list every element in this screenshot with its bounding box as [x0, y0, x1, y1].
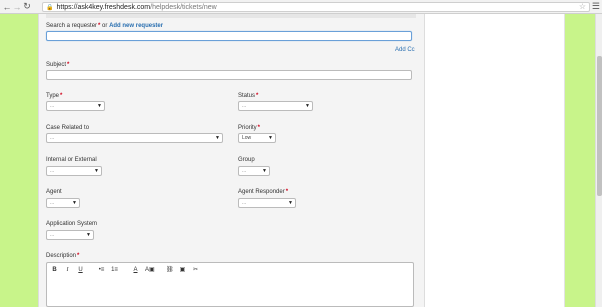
url-host: https://ask4key.freshdesk.com: [56, 3, 151, 11]
page-scrollbar[interactable]: [595, 14, 602, 307]
required-marker: *: [77, 253, 80, 259]
add-cc-link[interactable]: Add Cc: [395, 47, 415, 53]
page-left-margin: [0, 14, 38, 307]
dropdown-caret-icon: ▼: [86, 232, 91, 238]
agent-select[interactable]: ... ▼: [46, 198, 80, 208]
group-label: Group: [238, 157, 255, 163]
dropdown-caret-icon: ▼: [97, 103, 102, 109]
reload-icon[interactable]: ↻: [22, 1, 32, 13]
background-color-icon[interactable]: A▣: [145, 266, 155, 273]
dropdown-caret-icon: ▼: [72, 200, 77, 206]
back-arrow-icon[interactable]: ←: [2, 1, 12, 13]
dropdown-caret-icon: ▼: [215, 135, 220, 141]
application-system-label: Application System: [46, 221, 98, 227]
dropdown-caret-icon: ▼: [268, 135, 273, 141]
requester-search-input[interactable]: [46, 31, 412, 41]
internal-external-select[interactable]: ... ▼: [46, 166, 102, 176]
underline-icon[interactable]: U: [77, 267, 84, 273]
link-icon[interactable]: ⛓: [166, 266, 174, 273]
url-path: /helpdesk/tickets/new: [150, 3, 217, 11]
subject-label: Subject*: [46, 62, 70, 68]
lock-icon: 🔒: [46, 4, 54, 11]
bookmark-star-icon[interactable]: ☆: [579, 2, 586, 11]
numbered-list-icon[interactable]: 1≡: [111, 267, 118, 273]
group-select[interactable]: ... ▼: [238, 166, 270, 176]
priority-select[interactable]: Low ▼: [238, 133, 276, 143]
scrollbar-thumb[interactable]: [597, 56, 602, 196]
priority-label: Priority*: [238, 125, 261, 131]
address-bar[interactable]: 🔒 https://ask4key.freshdesk.com /helpdes…: [42, 2, 590, 12]
agent-label: Agent: [46, 189, 62, 195]
italic-icon[interactable]: I: [64, 267, 71, 273]
type-label: Type*: [46, 93, 63, 99]
case-related-select[interactable]: ... ▼: [46, 133, 223, 143]
required-marker: *: [285, 189, 289, 195]
add-new-requester-link[interactable]: Add new requester: [109, 23, 163, 29]
dropdown-caret-icon: ▼: [262, 168, 267, 174]
status-label: Status*: [238, 93, 259, 99]
status-select[interactable]: ... ▼: [238, 101, 313, 111]
bold-icon[interactable]: B: [51, 267, 58, 273]
agent-responder-select[interactable]: ... ▼: [238, 198, 296, 208]
editor-toolbar: B I U •≡ 1≡ A A▣ ⛓ ▣ ✂: [51, 266, 199, 274]
dropdown-caret-icon: ▼: [94, 168, 99, 174]
required-marker: *: [256, 93, 259, 99]
dropdown-caret-icon: ▼: [288, 200, 293, 206]
dropdown-caret-icon: ▼: [305, 103, 310, 109]
internal-external-label: Internal or External: [46, 157, 97, 163]
description-label: Description*: [46, 253, 80, 259]
required-marker: *: [60, 93, 63, 99]
form-top-edge: [46, 14, 416, 18]
font-color-icon[interactable]: A: [132, 267, 139, 273]
agent-responder-label: Agent Responder*: [238, 189, 289, 195]
browser-menu-icon[interactable]: ☰: [592, 1, 600, 12]
description-editor[interactable]: B I U •≡ 1≡ A A▣ ⛓ ▣ ✂: [46, 262, 414, 307]
case-related-label: Case Related to: [46, 125, 90, 131]
side-panel: [425, 14, 565, 307]
page-right-margin: [565, 14, 595, 307]
subject-input[interactable]: [46, 70, 412, 80]
forward-arrow-icon[interactable]: →: [12, 1, 22, 13]
image-icon[interactable]: ▣: [179, 266, 186, 273]
remove-format-icon[interactable]: ✂: [192, 266, 199, 273]
requester-label: Search a requester* or Add new requester: [46, 23, 164, 29]
required-marker: *: [257, 125, 261, 131]
bullet-list-icon[interactable]: •≡: [98, 267, 105, 273]
required-marker: *: [98, 23, 101, 29]
application-system-select[interactable]: ... ▼: [46, 230, 94, 240]
type-select[interactable]: ... ▼: [46, 101, 105, 111]
browser-toolbar: ← → ↻ 🔒 https://ask4key.freshdesk.com /h…: [0, 0, 602, 14]
required-marker: *: [67, 62, 70, 68]
